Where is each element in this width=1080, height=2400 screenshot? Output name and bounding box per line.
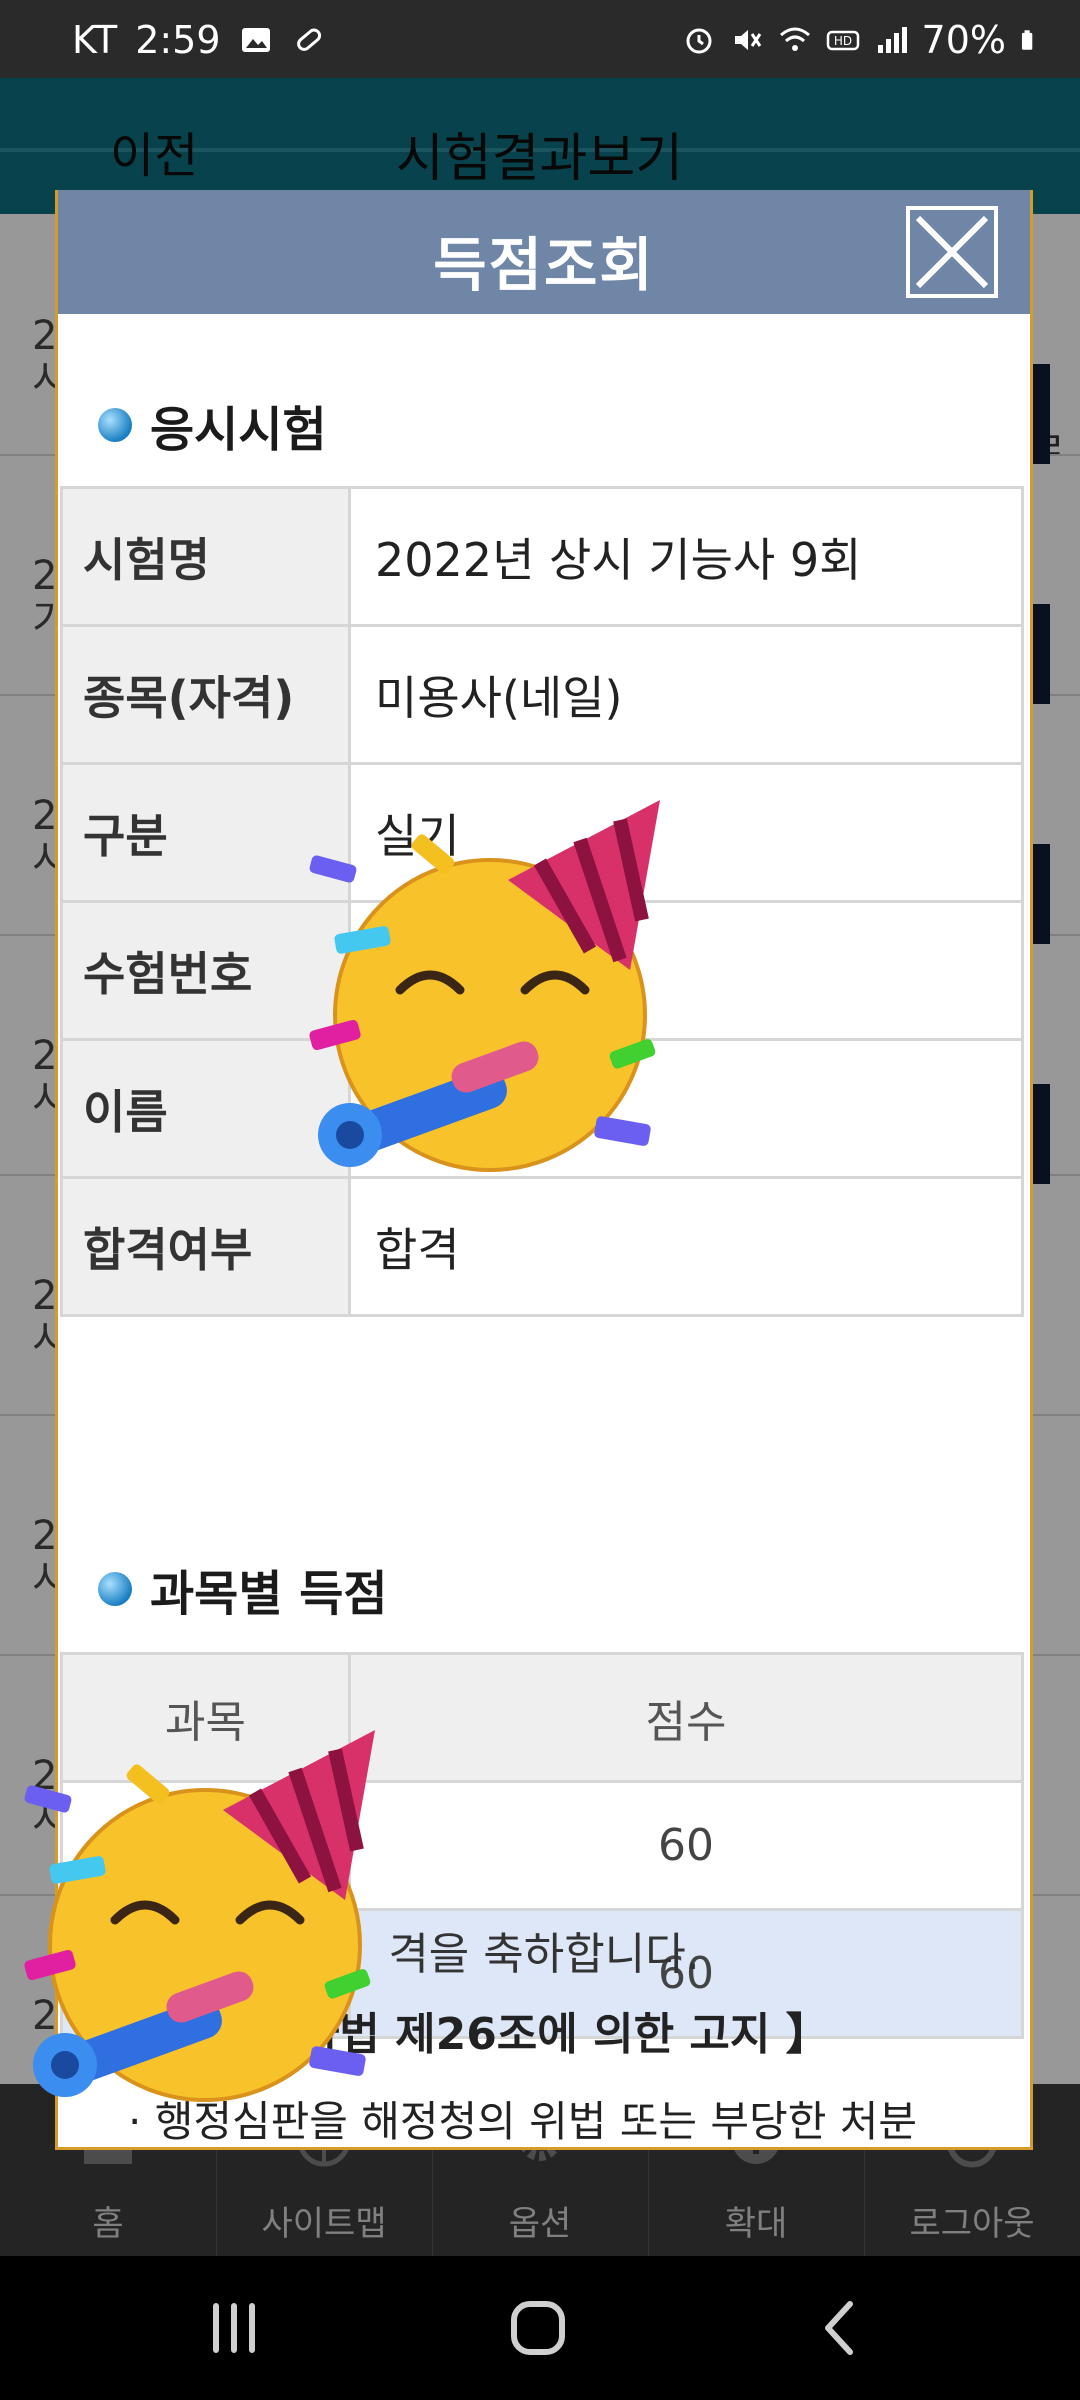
qualification-label: 종목(자격) — [60, 624, 351, 765]
score-section-heading: 과목별 득점 — [98, 1554, 388, 1624]
battery-percent: 70% — [921, 18, 1006, 62]
exam-name-value: 2022년 상시 기능사 9회 — [348, 486, 1024, 627]
status-bar: KT 2:59 HD 70% — [0, 0, 1080, 78]
table-row: 종목(자격) 미용사(네일) — [60, 624, 1024, 765]
modal-header: 득점조회 — [58, 190, 1030, 314]
pass-status-value: 합격 — [348, 1176, 1024, 1317]
back-arrow-icon[interactable] — [810, 2296, 874, 2360]
system-nav-bar — [0, 2256, 1080, 2400]
pass-status-label: 합격여부 — [60, 1176, 351, 1317]
exam-name-label: 시험명 — [60, 486, 351, 627]
table-row: 시험명 2022년 상시 기능사 9회 — [60, 486, 1024, 627]
gallery-icon — [241, 28, 270, 52]
close-button[interactable] — [906, 206, 998, 298]
section-bullet-icon — [98, 1572, 132, 1606]
mute-icon — [734, 30, 761, 50]
exam-section-heading: 응시시험 — [98, 390, 327, 460]
party-face-emoji — [24, 1730, 375, 2102]
section-bullet-icon — [98, 408, 132, 442]
carrier-label: KT — [72, 18, 118, 62]
close-icon — [915, 215, 989, 289]
clock: 2:59 — [135, 18, 221, 62]
party-face-emoji — [309, 800, 660, 1172]
svg-text:HD: HD — [833, 34, 851, 48]
modal-title: 득점조회 — [433, 231, 655, 299]
hd-icon: HD — [826, 30, 859, 51]
table-row: 합격여부 합격 — [60, 1176, 1024, 1317]
recents-icon[interactable] — [202, 2296, 266, 2360]
home-circle-icon[interactable] — [506, 2296, 570, 2360]
wifi-icon — [779, 27, 810, 51]
qualification-value: 미용사(네일) — [348, 624, 1024, 765]
battery-icon — [1021, 30, 1033, 50]
alarm-icon — [686, 28, 712, 54]
score-cell: 60 — [348, 1780, 1024, 1911]
pill-icon — [296, 28, 321, 51]
exam-section-heading-text: 응시시험 — [150, 402, 327, 458]
score-section-heading-text: 과목별 득점 — [150, 1566, 388, 1622]
signal-icon — [877, 27, 907, 53]
score-column-header: 점수 — [348, 1652, 1024, 1783]
